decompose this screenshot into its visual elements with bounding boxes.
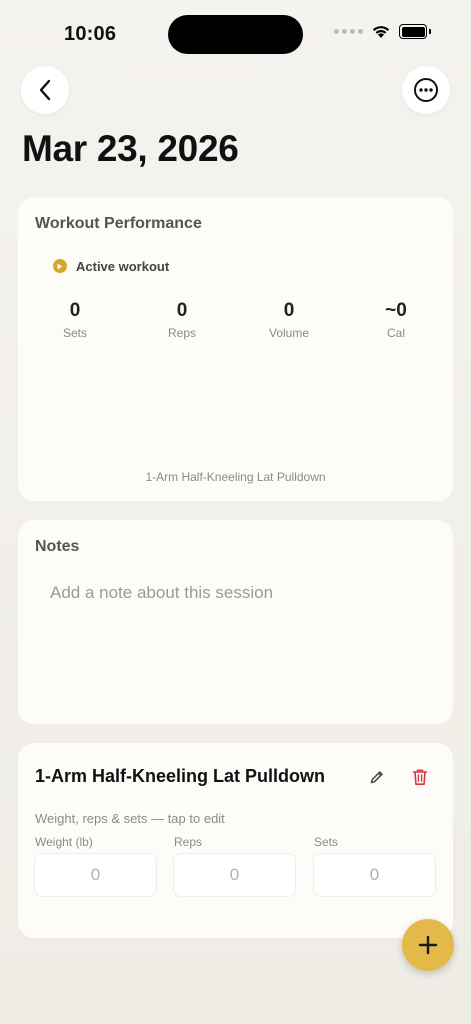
pencil-icon: [370, 771, 383, 784]
stat-label: Reps: [167, 326, 196, 340]
stat-cal: ~0 Cal: [356, 300, 436, 340]
chevron-left-icon: [39, 79, 51, 101]
active-workout-badge: Active workout: [48, 253, 183, 279]
performance-title: Workout Performance: [35, 215, 202, 232]
exercise-card: 1-Arm Half-Kneeling Lat Pulldown Weight,…: [18, 743, 453, 938]
exercise-hint: Weight, reps & sets — tap to edit: [35, 811, 225, 826]
stat-value: 0: [69, 300, 81, 321]
delete-exercise-button[interactable]: [405, 762, 435, 792]
stat-reps: 0 Reps: [142, 300, 222, 340]
notes-card: Notes: [18, 520, 453, 724]
reps-input[interactable]: [173, 853, 296, 897]
stat-value: 0: [176, 300, 188, 321]
back-button[interactable]: [21, 66, 69, 114]
weight-input[interactable]: [34, 853, 157, 897]
trash-icon: [412, 769, 428, 785]
notes-input[interactable]: [33, 570, 438, 690]
stat-volume: 0 Volume: [249, 300, 329, 340]
stat-label: Sets: [62, 326, 87, 340]
status-indicators: [334, 24, 431, 39]
stat-label: Volume: [268, 326, 310, 340]
workout-performance-card: Workout Performance Active workout 0 Set…: [18, 197, 453, 501]
battery-icon: [399, 24, 431, 39]
plus-icon: [418, 935, 438, 955]
more-options-button[interactable]: [402, 66, 450, 114]
signal-icon: [334, 29, 363, 34]
stat-value: ~0: [385, 300, 407, 321]
sets-label: Sets: [314, 835, 339, 849]
dynamic-island: [168, 15, 303, 54]
play-icon: [53, 259, 67, 273]
edit-exercise-button[interactable]: [362, 762, 392, 792]
stat-value: 0: [283, 300, 295, 321]
stat-label: Cal: [386, 326, 405, 340]
exercise-name: 1-Arm Half-Kneeling Lat Pulldown: [35, 766, 326, 786]
reps-label: Reps: [174, 835, 203, 849]
wifi-icon: [372, 26, 390, 38]
status-bar: 10:06: [0, 0, 471, 60]
weight-label: Weight (lb): [35, 835, 93, 849]
stat-sets: 0 Sets: [35, 300, 115, 340]
active-workout-label: Active workout: [76, 258, 170, 274]
add-exercise-button[interactable]: [402, 919, 454, 971]
sets-input[interactable]: [313, 853, 436, 897]
performance-exercise-caption: 1-Arm Half-Kneeling Lat Pulldown: [145, 470, 326, 484]
notes-title: Notes: [35, 538, 80, 555]
page-title: Mar 23, 2026: [22, 128, 239, 169]
status-time: 10:06: [64, 23, 117, 45]
ellipsis-circle-icon: [414, 78, 438, 102]
